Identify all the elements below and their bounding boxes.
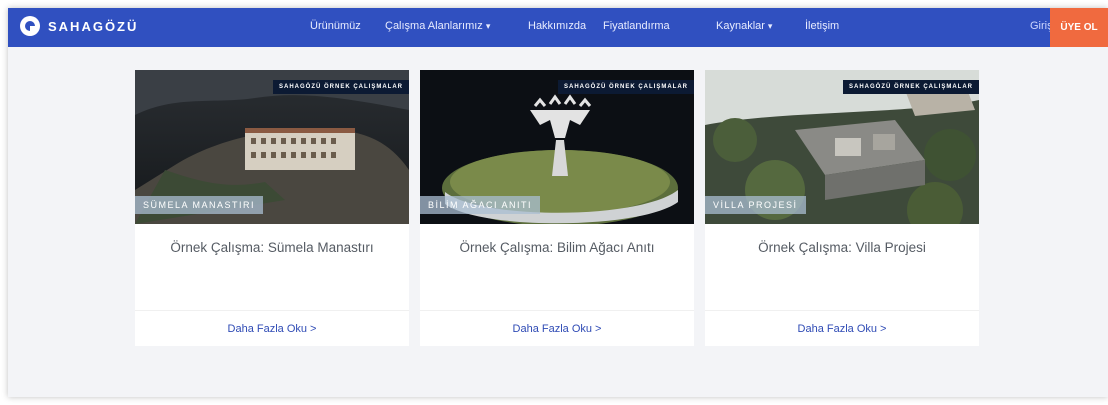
top-navbar: SAHAGÖZÜ Ürünümüz Çalışma Alanlarımız ▾ H… [8,8,1108,47]
thumbnail-label: SÜMELA MANASTIRI [135,196,264,214]
thumbnail-badge: SAHAGÖZÜ ÖRNEK ÇALIŞMALAR [558,80,694,94]
nav-item-fiyatlandirma[interactable]: Fiyatlandırma [603,20,670,32]
card-footer: Daha Fazla Oku > [420,310,694,347]
brand-logo[interactable]: SAHAGÖZÜ [20,16,138,36]
thumbnail-badge: SAHAGÖZÜ ÖRNEK ÇALIŞMALAR [273,80,409,94]
nav-item-calisma-alanlarimiz[interactable]: Çalışma Alanlarımız ▾ [385,20,490,32]
read-more-link[interactable]: Daha Fazla Oku > [705,323,979,335]
case-study-image[interactable]: SAHAGÖZÜ ÖRNEK ÇALIŞMALAR SÜMELA MANASTI… [135,70,409,224]
card-footer: Daha Fazla Oku > [135,310,409,347]
read-more-link[interactable]: Daha Fazla Oku > [135,323,409,335]
case-study-card: SAHAGÖZÜ ÖRNEK ÇALIŞMALAR SÜMELA MANASTI… [135,70,409,346]
card-title[interactable]: Örnek Çalışma: Sümela Manastırı [135,240,409,255]
nav-item-urunumuz[interactable]: Ürünümüz [310,20,361,32]
logo-icon [20,16,40,36]
thumbnail-badge: SAHAGÖZÜ ÖRNEK ÇALIŞMALAR [843,80,979,94]
brand-name: SAHAGÖZÜ [48,18,139,34]
signup-button[interactable]: ÜYE OL [1050,8,1108,47]
browser-viewport: SAHAGÖZÜ Ürünümüz Çalışma Alanlarımız ▾ H… [8,8,1108,397]
nav-label: Hakkımızda [528,20,587,32]
case-study-image[interactable]: SAHAGÖZÜ ÖRNEK ÇALIŞMALAR VİLLA PROJESİ [705,70,979,224]
chevron-down-icon: ▾ [485,21,491,31]
nav-label: İletişim [805,20,840,32]
thumbnail-label: VİLLA PROJESİ [705,196,806,214]
read-more-link[interactable]: Daha Fazla Oku > [420,323,694,335]
case-study-image[interactable]: SAHAGÖZÜ ÖRNEK ÇALIŞMALAR BİLİM AĞACI AN… [420,70,694,224]
nav-label: Fiyatlandırma [603,20,670,32]
nav-label: Ürünümüz [310,20,361,32]
card-title[interactable]: Örnek Çalışma: Bilim Ağacı Anıtı [420,240,694,255]
nav-item-iletisim[interactable]: İletişim [805,20,839,32]
card-title[interactable]: Örnek Çalışma: Villa Projesi [705,240,979,255]
card-footer: Daha Fazla Oku > [705,310,979,347]
chevron-down-icon: ▾ [767,21,773,31]
nav-item-hakkimizda[interactable]: Hakkımızda [528,20,586,32]
case-study-card: SAHAGÖZÜ ÖRNEK ÇALIŞMALAR BİLİM AĞACI AN… [420,70,694,346]
nav-label: Çalışma Alanlarımız [385,20,483,32]
case-study-card: SAHAGÖZÜ ÖRNEK ÇALIŞMALAR VİLLA PROJESİ … [705,70,979,346]
nav-item-kaynaklar[interactable]: Kaynaklar ▾ [716,20,772,32]
nav-label: Kaynaklar [716,20,765,32]
thumbnail-label: BİLİM AĞACI ANITI [420,196,541,214]
